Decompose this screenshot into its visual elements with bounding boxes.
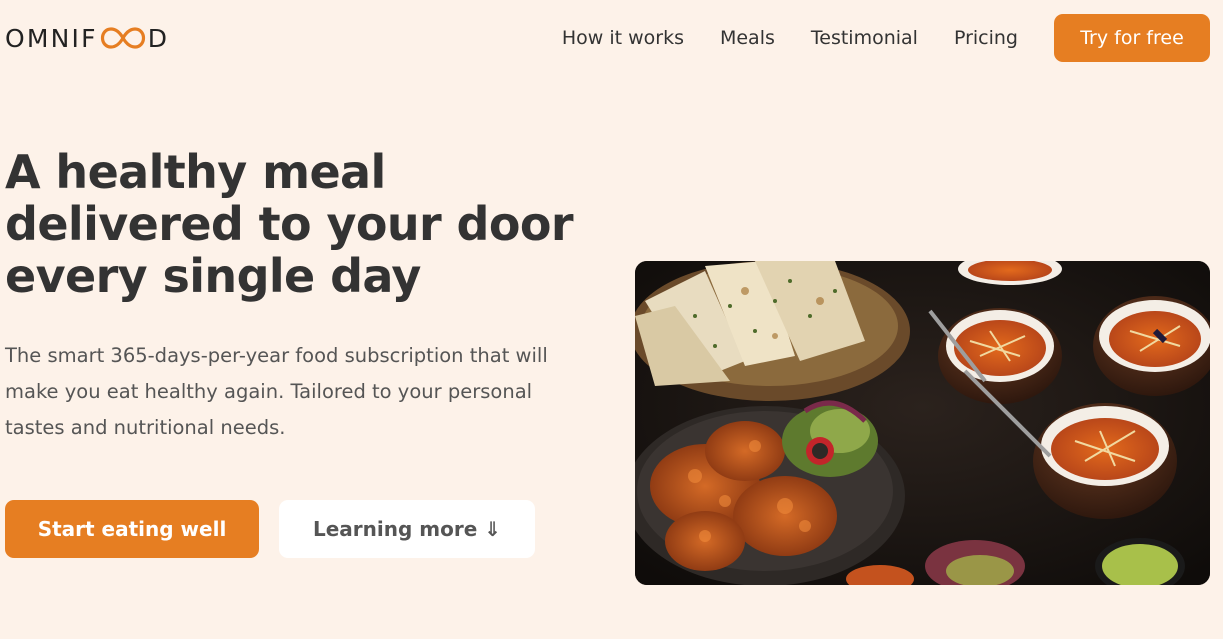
- nav-link-testimonial[interactable]: Testimonial: [811, 27, 918, 49]
- logo-text-left: OMNIF: [5, 23, 98, 53]
- nav-link-meals[interactable]: Meals: [720, 27, 775, 49]
- try-for-free-button[interactable]: Try for free: [1054, 14, 1210, 62]
- logo-text-right: D: [147, 23, 170, 53]
- main-nav: How it works Meals Testimonial Pricing T…: [562, 14, 1210, 62]
- infinity-icon: [100, 27, 145, 49]
- omnifood-logo[interactable]: OMNIF D: [5, 23, 170, 53]
- start-eating-well-button[interactable]: Start eating well: [5, 500, 259, 558]
- learning-more-button[interactable]: Learning more ⇓: [279, 500, 535, 558]
- nav-link-how-it-works[interactable]: How it works: [562, 27, 684, 49]
- site-header: OMNIF D How it works Meals Testimonial P…: [0, 0, 1223, 76]
- hero-description: The smart 365-days-per-year food subscri…: [5, 344, 548, 439]
- nav-link-pricing[interactable]: Pricing: [954, 27, 1018, 49]
- hero-title: A healthy meal delivered to your door ev…: [5, 145, 574, 303]
- hero-food-image: [635, 261, 1210, 585]
